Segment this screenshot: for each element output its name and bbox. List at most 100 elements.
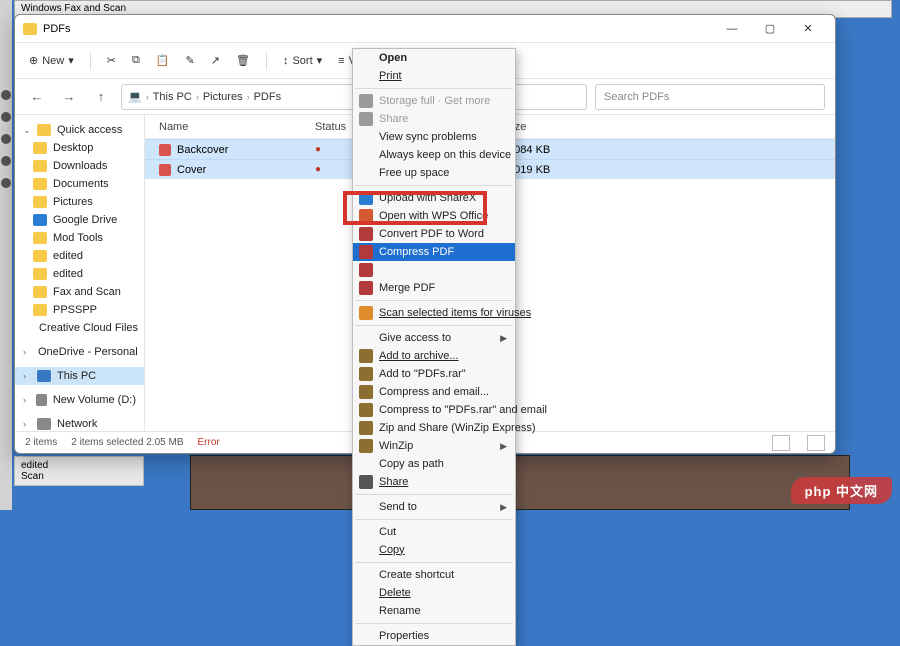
sidebar-item-documents[interactable]: Documents (15, 175, 144, 193)
ctx-convert-word[interactable]: Convert PDF to Word (353, 225, 515, 243)
shield-icon (359, 306, 373, 320)
sort-button[interactable]: ↕ Sort ▾ (283, 54, 322, 67)
ctx-add-archive[interactable]: Add to archive... (353, 347, 515, 365)
sidebar-item-edited[interactable]: edited (15, 247, 144, 265)
cut-icon[interactable]: ✂ (107, 54, 116, 67)
sidebar-item-faxscan[interactable]: Fax and Scan (15, 283, 144, 301)
background-window-title: Windows Fax and Scan (21, 3, 126, 14)
sidebar-item-label: edited (53, 250, 83, 262)
sidebar-onedrive[interactable]: ›OneDrive - Personal (15, 343, 144, 361)
ctx-winzip[interactable]: WinZip▶ (353, 437, 515, 455)
thumbnails-view-button[interactable] (807, 435, 825, 451)
ctx-add-rar[interactable]: Add to "PDFs.rar" (353, 365, 515, 383)
ctx-upload-sharex[interactable]: Upload with ShareX (353, 189, 515, 207)
chevron-right-icon: ▶ (500, 334, 507, 343)
ctx-copy[interactable]: Copy (353, 541, 515, 559)
ctx-share[interactable]: Share (353, 473, 515, 491)
maximize-button[interactable]: ▢ (751, 15, 789, 43)
ctx-label: Open (379, 53, 407, 64)
ctx-print[interactable]: Print (353, 67, 515, 85)
taskbar-icon[interactable] (1, 112, 11, 122)
copy-icon[interactable]: ⧉ (132, 54, 140, 67)
pdf-icon (359, 281, 373, 295)
winzip-icon (359, 421, 373, 435)
ctx-create-shortcut[interactable]: Create shortcut (353, 566, 515, 584)
sidebar-item-pictures[interactable]: Pictures (15, 193, 144, 211)
close-button[interactable]: ✕ (789, 15, 827, 43)
sidebar-network[interactable]: ›Network (15, 415, 144, 431)
ctx-copy-path[interactable]: Copy as path (353, 455, 515, 473)
rename-icon[interactable]: ✎ (186, 54, 195, 67)
sidebar-new-volume[interactable]: ›New Volume (D:) (15, 391, 144, 409)
ctx-merge-pdf[interactable]: Merge PDF (353, 279, 515, 297)
ctx-keep-device[interactable]: Always keep on this device (353, 146, 515, 164)
sidebar-item-label: edited (53, 268, 83, 280)
folder-icon (23, 23, 37, 35)
ctx-zip-share[interactable]: Zip and Share (WinZip Express) (353, 419, 515, 437)
ctx-compress-email[interactable]: Compress and email... (353, 383, 515, 401)
sidebar-item-label: Google Drive (53, 214, 117, 226)
taskbar-icon[interactable] (1, 90, 11, 100)
ctx-send-to[interactable]: Send to▶ (353, 498, 515, 516)
ctx-compress-rar-email[interactable]: Compress to "PDFs.rar" and email (353, 401, 515, 419)
forward-button[interactable]: → (57, 89, 81, 104)
search-placeholder: Search PDFs (604, 91, 669, 103)
sidebar-item-label: Documents (53, 178, 109, 190)
navigation-pane[interactable]: ⌄Quick access Desktop Downloads Document… (15, 115, 145, 431)
minimize-button[interactable]: — (713, 15, 751, 43)
ctx-label: Zip and Share (WinZip Express) (379, 423, 536, 434)
up-button[interactable]: ↑ (89, 89, 113, 104)
context-menu: Open Print Storage full · Get more Share… (352, 48, 516, 646)
cloud-icon (33, 214, 47, 226)
sidebar-this-pc[interactable]: ›This PC (15, 367, 144, 385)
ctx-give-access[interactable]: Give access to ▶ (353, 329, 515, 347)
folder-icon (33, 232, 47, 244)
rar-icon (359, 385, 373, 399)
col-name[interactable]: Name (145, 121, 315, 133)
taskbar-icon[interactable] (1, 134, 11, 144)
ctx-separator (355, 300, 513, 301)
ctx-blank[interactable] (353, 261, 515, 279)
ctx-scan-virus[interactable]: Scan selected items for viruses (353, 304, 515, 322)
ctx-cut[interactable]: Cut (353, 523, 515, 541)
ctx-open[interactable]: Open (353, 49, 515, 67)
ctx-free-space[interactable]: Free up space (353, 164, 515, 182)
ctx-delete[interactable]: Delete (353, 584, 515, 602)
sidebar-item-googledrive[interactable]: Google Drive (15, 211, 144, 229)
ctx-properties[interactable]: Properties (353, 627, 515, 645)
sidebar-item-ccf[interactable]: Creative Cloud Files (15, 319, 144, 337)
breadcrumb[interactable]: This PC (153, 91, 192, 103)
status-selected: 2 items selected 2.05 MB (71, 437, 183, 448)
breadcrumb[interactable]: Pictures (203, 91, 243, 103)
sidebar-item-ppsspp[interactable]: PPSSPP (15, 301, 144, 319)
ctx-rename[interactable]: Rename (353, 602, 515, 620)
ctx-label: Add to archive... (379, 351, 459, 362)
folder-icon (33, 142, 47, 154)
ctx-label: Give access to (379, 333, 451, 344)
sharex-icon (359, 191, 373, 205)
sidebar-item-desktop[interactable]: Desktop (15, 139, 144, 157)
paste-icon[interactable]: 📋 (156, 54, 170, 67)
sidebar-item-label: New Volume (D:) (53, 394, 136, 406)
ctx-open-wps[interactable]: Open with WPS Office (353, 207, 515, 225)
chevron-right-icon: › (146, 92, 149, 102)
taskbar-icon[interactable] (1, 178, 11, 188)
ctx-label: Convert PDF to Word (379, 229, 484, 240)
share-icon[interactable]: ↗ (211, 54, 220, 67)
new-button[interactable]: ⊕ New ▾ (29, 54, 74, 67)
sidebar-item-modtools[interactable]: Mod Tools (15, 229, 144, 247)
titlebar[interactable]: PDFs — ▢ ✕ (15, 15, 835, 43)
sidebar-quick-access[interactable]: ⌄Quick access (15, 121, 144, 139)
sidebar-item-downloads[interactable]: Downloads (15, 157, 144, 175)
details-view-button[interactable] (772, 435, 790, 451)
back-button[interactable]: ← (25, 89, 49, 104)
sidebar-item-label: Quick access (57, 124, 122, 136)
ctx-label: Cut (379, 527, 396, 538)
ctx-view-sync[interactable]: View sync problems (353, 128, 515, 146)
search-input[interactable]: Search PDFs (595, 84, 825, 110)
taskbar-icon[interactable] (1, 156, 11, 166)
ctx-compress-pdf[interactable]: Compress PDF (353, 243, 515, 261)
breadcrumb[interactable]: PDFs (254, 91, 282, 103)
sidebar-item-edited[interactable]: edited (15, 265, 144, 283)
delete-icon[interactable]: 🗑 (236, 54, 250, 67)
